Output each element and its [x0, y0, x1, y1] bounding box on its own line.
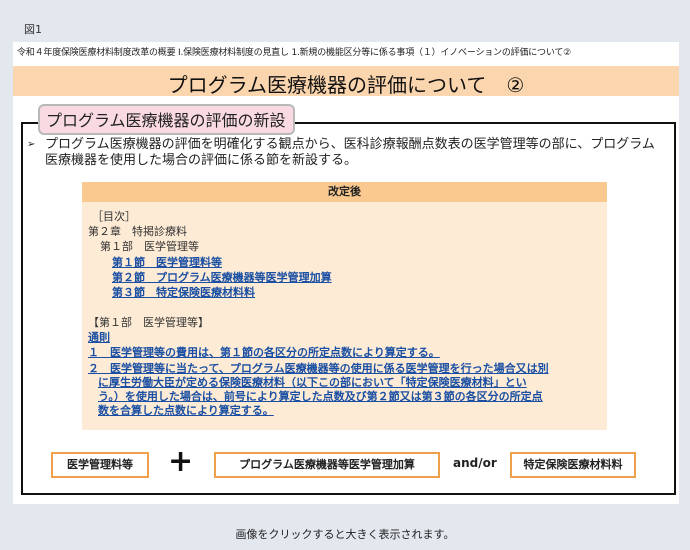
rule-2-line-4: 数を合算した点数により算定する。: [98, 404, 274, 417]
rule-2: ２ 医学管理等に当たって、プログラム医療機器等の使用に係る医学管理を行った場合又…: [88, 362, 602, 418]
toc-heading: ［目次］: [92, 210, 136, 223]
breadcrumb: 令和４年度保険医療材料制度改革の概要 Ⅰ.保険医療材料制度の見直し 1.新規の機…: [17, 48, 572, 58]
arrow-bullet-icon: ➢: [27, 139, 36, 150]
section-tag: プログラム医療機器の評価の新設: [38, 104, 295, 135]
and-or-label: and/or: [453, 456, 497, 470]
bullet-paragraph: ➢ プログラム医療機器の評価を明確化する観点から、医科診療報酬点数表の医学管理等…: [27, 137, 667, 169]
bullet-text: プログラム医療機器の評価を明確化する観点から、医科診療報酬点数表の医学管理等の部…: [45, 137, 655, 168]
revision-header: 改定後: [82, 182, 607, 202]
rule-1: １ 医学管理等の費用は、第１節の各区分の所定点数により算定する。: [88, 346, 440, 359]
title-bar: プログラム医療機器の評価について ②: [13, 66, 679, 97]
box-medical-management-fee: 医学管理料等: [51, 452, 149, 478]
figure-label: 図1: [24, 23, 42, 36]
general-rules-link[interactable]: 通則: [88, 331, 110, 344]
box-specific-materials-fee: 特定保険医療材料料: [510, 452, 636, 478]
box-program-device-addition: プログラム医療機器等医学管理加算: [214, 452, 440, 478]
rule-2-line-2: に厚生労働大臣が定める保険医療材料（以下この部において「特定保険医療材料」とい: [98, 376, 527, 389]
revision-body: ［目次］ 第２章 特掲診療料 第１部 医学管理等 第１節 医学管理料等 第２節 …: [82, 202, 607, 430]
section-link-1[interactable]: 第１節 医学管理料等: [112, 256, 222, 269]
part-bracket: 【第１部 医学管理等】: [88, 316, 209, 329]
part-line: 第１部 医学管理等: [100, 240, 199, 253]
section-link-2[interactable]: 第２節 プログラム医療機器等医学管理加算: [112, 271, 332, 284]
plus-icon: +: [168, 444, 194, 479]
slide-image[interactable]: 令和４年度保険医療材料制度改革の概要 Ⅰ.保険医療材料制度の見直し 1.新規の機…: [13, 42, 679, 504]
rule-2-line-1: ２ 医学管理等に当たって、プログラム医療機器等の使用に係る医学管理を行った場合又…: [88, 362, 549, 375]
section-link-3[interactable]: 第３節 特定保険医療材料料: [112, 286, 255, 299]
page-title: プログラム医療機器の評価について ②: [167, 73, 525, 97]
rule-2-line-3: う。）を使用した場合は、前号により算定した点数及び第２節又は第３節の各区分の所定…: [98, 390, 543, 403]
click-to-enlarge-caption: 画像をクリックすると大きく表示されます。: [235, 528, 455, 541]
chapter-line: 第２章 特掲診療料: [88, 225, 187, 238]
